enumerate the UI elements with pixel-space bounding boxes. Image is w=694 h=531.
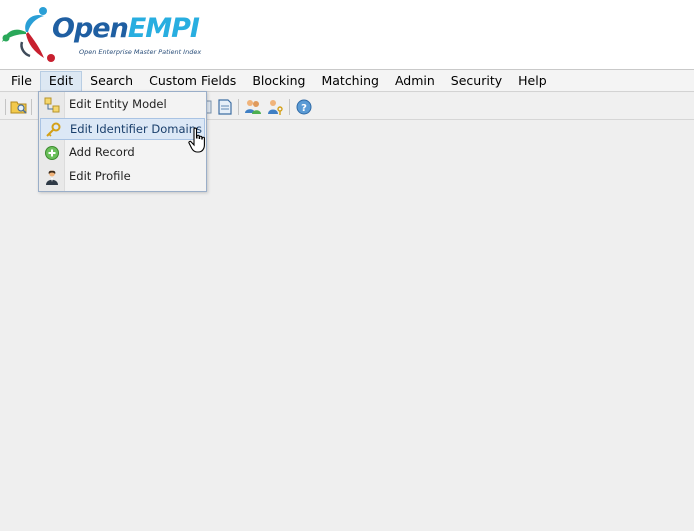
hand-pointer-cursor-icon xyxy=(188,127,205,153)
user-key-icon[interactable] xyxy=(266,98,284,116)
app-header: OpenEMPI Open Enterprise Master Patient … xyxy=(0,0,694,70)
help-icon[interactable]: ? xyxy=(295,98,313,116)
logo-title-empi: EMPI xyxy=(127,13,200,44)
svg-text:?: ? xyxy=(301,103,307,114)
menu-item-edit-entity-model[interactable]: Edit Entity Model xyxy=(40,94,205,116)
toolbar-separator xyxy=(289,99,290,115)
toolbar-separator xyxy=(238,99,239,115)
users-icon[interactable] xyxy=(244,98,262,116)
folder-search-icon[interactable] xyxy=(10,98,28,116)
toolbar-separator xyxy=(5,99,6,115)
menu-edit[interactable]: Edit xyxy=(39,70,83,91)
menu-item-edit-identifier-domains[interactable]: Edit Identifier Domains xyxy=(40,118,205,140)
toolbar-separator xyxy=(31,99,32,115)
menu-search[interactable]: Search xyxy=(82,71,141,91)
logo-title: OpenEMPI xyxy=(52,13,200,44)
user-profile-icon xyxy=(46,170,58,185)
logo-title-open: Open xyxy=(52,13,129,44)
menu-item-add-record[interactable]: Add Record xyxy=(40,142,205,164)
menu-item-edit-profile[interactable]: Edit Profile xyxy=(40,166,205,188)
logo-figure-icon xyxy=(2,7,55,62)
menu-help[interactable]: Help xyxy=(510,71,555,91)
menu-security[interactable]: Security xyxy=(443,71,510,91)
entity-model-icon xyxy=(44,97,60,113)
edit-menu-dropdown: Edit Entity Model Edit Identifier Domain… xyxy=(38,91,207,192)
menu-matching[interactable]: Matching xyxy=(313,71,386,91)
menu-admin[interactable]: Admin xyxy=(387,71,443,91)
menu-file[interactable]: File xyxy=(3,71,40,91)
menu-blocking[interactable]: Blocking xyxy=(244,71,313,91)
document-icon[interactable] xyxy=(216,98,234,116)
key-icon xyxy=(46,122,61,137)
menu-item-label: Add Record xyxy=(69,145,135,159)
menu-custom-fields[interactable]: Custom Fields xyxy=(141,71,244,91)
menu-bar: File Edit Search Custom Fields Blocking … xyxy=(0,70,694,92)
menu-item-label: Edit Identifier Domains xyxy=(70,122,203,136)
logo-subtitle: Open Enterprise Master Patient Index xyxy=(79,48,202,56)
add-green-icon xyxy=(45,146,59,160)
menu-item-label: Edit Entity Model xyxy=(69,97,167,111)
menu-item-label: Edit Profile xyxy=(69,169,131,183)
openempi-logo: OpenEMPI Open Enterprise Master Patient … xyxy=(0,2,202,64)
